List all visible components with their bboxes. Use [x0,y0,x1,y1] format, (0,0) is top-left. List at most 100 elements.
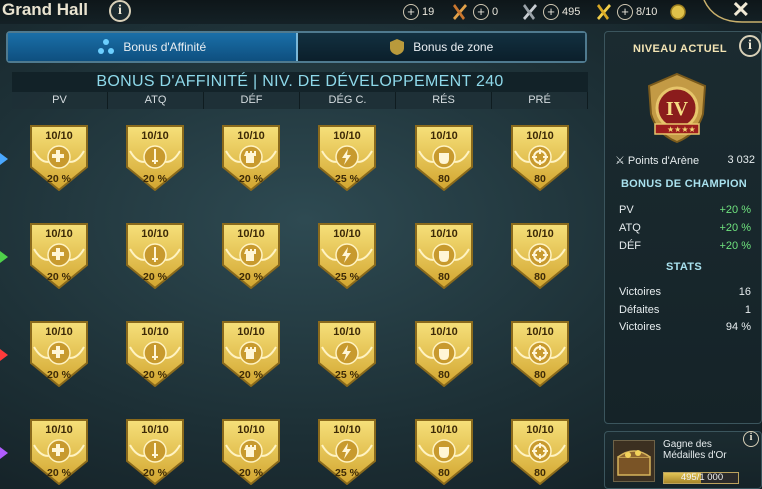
bonus-badge[interactable]: 10/10 20 % [220,223,282,290]
affinity-icon [98,39,115,54]
arena-points-row: ⚔ Points d'Arène 3 032 [615,154,755,167]
treasure-chest-icon [613,440,655,482]
badge-level: 10/10 [430,130,458,142]
arena-token-icon [453,4,467,20]
badge-level: 10/10 [45,424,73,436]
plus-icon[interactable]: + [543,4,559,20]
badge-level: 10/10 [430,228,458,240]
badge-value: 20 % [143,173,167,185]
stats-value: 16 [738,286,751,298]
bonus-badge[interactable]: 10/10 20 % [124,321,186,388]
badge-level: 10/10 [237,424,265,436]
bonus-badge[interactable]: 10/10 25 % [316,321,378,388]
resource-value: 8/10 [636,6,658,18]
info-icon[interactable]: i [743,431,759,447]
bonus-badge[interactable]: 10/10 25 % [316,125,378,192]
badge-value: 20 % [239,173,263,185]
plus-icon[interactable]: + [403,4,419,20]
bonus-badge[interactable]: 10/10 20 % [28,321,90,388]
plus-icon[interactable]: + [617,4,633,20]
bonus-badge[interactable]: 10/10 80 [413,419,475,486]
zone-shield-icon [390,39,405,55]
rank-numeral: IV [666,98,689,120]
page-title: Grand Hall [2,0,88,19]
badge-value: 20 % [239,467,263,479]
badge-value: 80 [534,369,546,381]
info-icon[interactable]: i [109,0,131,22]
badge-level: 10/10 [237,228,265,240]
affinity-void-icon [0,447,8,459]
stats-value: 94 % [725,321,751,333]
fist-icon [439,349,449,360]
tab-bar: Bonus d'Affinité Bonus de zone [6,31,587,63]
badge-level: 10/10 [333,130,361,142]
badge-value: 80 [534,467,546,479]
fist-icon [439,251,449,262]
badge-level: 10/10 [333,424,361,436]
badge-level: 10/10 [526,424,554,436]
champion-bonus-title: BONUS DE CHAMPION [620,178,748,190]
fist-icon [439,153,449,164]
stats-value: 1 [744,304,751,316]
bonus-badge[interactable]: 10/10 20 % [124,223,186,290]
column-header: ATQ [108,92,204,109]
close-icon[interactable]: ✕ [732,0,750,23]
resource-arena-tokens[interactable]: + 19 [403,3,434,21]
bonus-value: +20 % [719,240,752,252]
bonus-value: +20 % [719,204,752,216]
bonus-label: DÉF [619,240,641,252]
column-header: RÉS [396,92,492,109]
points-label-text: Points d'Arène [627,155,700,167]
bonus-badge[interactable]: 10/10 80 [509,321,571,388]
badge-level: 10/10 [526,326,554,338]
bonus-badge[interactable]: 10/10 80 [509,419,571,486]
bonus-badge[interactable]: 10/10 20 % [220,419,282,486]
current-level-panel: NIVEAU ACTUEL i ★★★★ IV ⚔ Points d'Arène… [604,31,762,424]
bonus-row: ATQ +20 % [619,222,751,234]
badge-level: 10/10 [237,130,265,142]
badge-level: 10/10 [141,326,169,338]
gold-coin-icon [670,4,686,20]
resource-value: 495 [562,6,581,18]
info-icon[interactable]: i [739,35,761,57]
resource-gold-medals[interactable]: + 495 [543,3,580,21]
resource-coins[interactable]: + 8/10 [617,3,657,21]
bonus-badge[interactable]: 10/10 20 % [28,125,90,192]
bonus-badge[interactable]: 10/10 25 % [316,419,378,486]
bonus-badge[interactable]: 10/10 80 [509,223,571,290]
bonus-badge[interactable]: 10/10 80 [413,321,475,388]
svg-text:★★★★: ★★★★ [667,125,696,134]
fist-icon [439,447,449,458]
column-header: PRÉ [492,92,588,109]
resource-value: 0 [492,6,499,18]
column-header: DÉF [204,92,300,109]
bonus-badge[interactable]: 10/10 80 [509,125,571,192]
stats-row: Victoires 94 % [619,321,751,333]
bonus-badge[interactable]: 10/10 20 % [220,125,282,192]
badge-value: 20 % [143,271,167,283]
bonus-badge[interactable]: 10/10 20 % [124,125,186,192]
bonus-badge[interactable]: 10/10 20 % [28,223,90,290]
gold-medal-reward[interactable]: Gagne des Médailles d'Or i 495/1 000 [604,431,762,489]
bonus-badge[interactable]: 10/10 80 [413,223,475,290]
column-header: PV [12,92,108,109]
badge-value: 80 [438,467,450,479]
tab-zone-bonus[interactable]: Bonus de zone [297,33,585,61]
resource-sword-tokens[interactable]: + 0 [473,3,498,21]
bonus-badge[interactable]: 10/10 25 % [316,223,378,290]
badge-value: 20 % [143,467,167,479]
bonus-badge[interactable]: 10/10 20 % [124,419,186,486]
badge-value: 25 % [335,173,359,185]
bonus-badge[interactable]: 10/10 80 [413,125,475,192]
badge-value: 20 % [47,271,71,283]
plus-icon[interactable]: + [473,4,489,20]
bonus-badge[interactable]: 10/10 20 % [220,321,282,388]
affinity-spirit-icon [0,349,8,361]
tab-affinity-bonus[interactable]: Bonus d'Affinité [8,33,298,61]
rank-emblem-icon: ★★★★ IV [647,72,707,144]
column-headers: PV ATQ DÉF DÉG C. RÉS PRÉ [12,92,588,109]
bonus-badge[interactable]: 10/10 20 % [28,419,90,486]
badge-level: 10/10 [430,424,458,436]
affinity-magic-icon [0,153,8,165]
badge-level: 10/10 [526,130,554,142]
